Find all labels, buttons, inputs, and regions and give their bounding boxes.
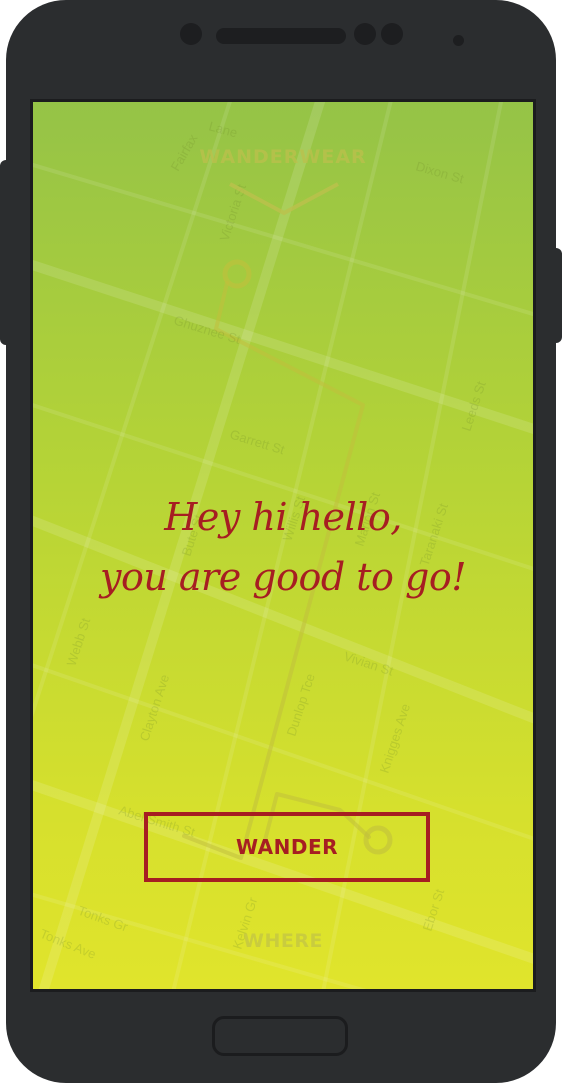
earpiece-speaker: [216, 28, 346, 44]
volume-button: [0, 160, 10, 345]
map-label: Garrett St: [228, 427, 287, 458]
proximity-sensor-icon: [453, 35, 464, 46]
sensor-icon: [354, 23, 376, 45]
greeting-line-2: you are good to go!: [100, 555, 466, 599]
wander-button[interactable]: WANDER: [144, 812, 430, 882]
home-button[interactable]: [212, 1016, 348, 1056]
app-screen: Lane Fairfax Victoria St Dixon St Ghuzne…: [30, 99, 536, 992]
greeting-line-1: Hey hi hello,: [164, 495, 402, 539]
sensor-icon: [381, 23, 403, 45]
where-link[interactable]: WHERE: [33, 930, 533, 952]
front-camera-icon: [180, 23, 202, 45]
map-label: Knigges Ave: [377, 702, 414, 775]
map-label: Lane: [207, 118, 239, 140]
brand-logo: WANDERWEAR: [199, 146, 367, 168]
map-label: Webb St: [64, 616, 94, 668]
chevron-down-icon: [229, 182, 339, 216]
greeting-headline: Hey hi hello, you are good to go!: [33, 487, 533, 607]
power-button: [552, 248, 562, 343]
